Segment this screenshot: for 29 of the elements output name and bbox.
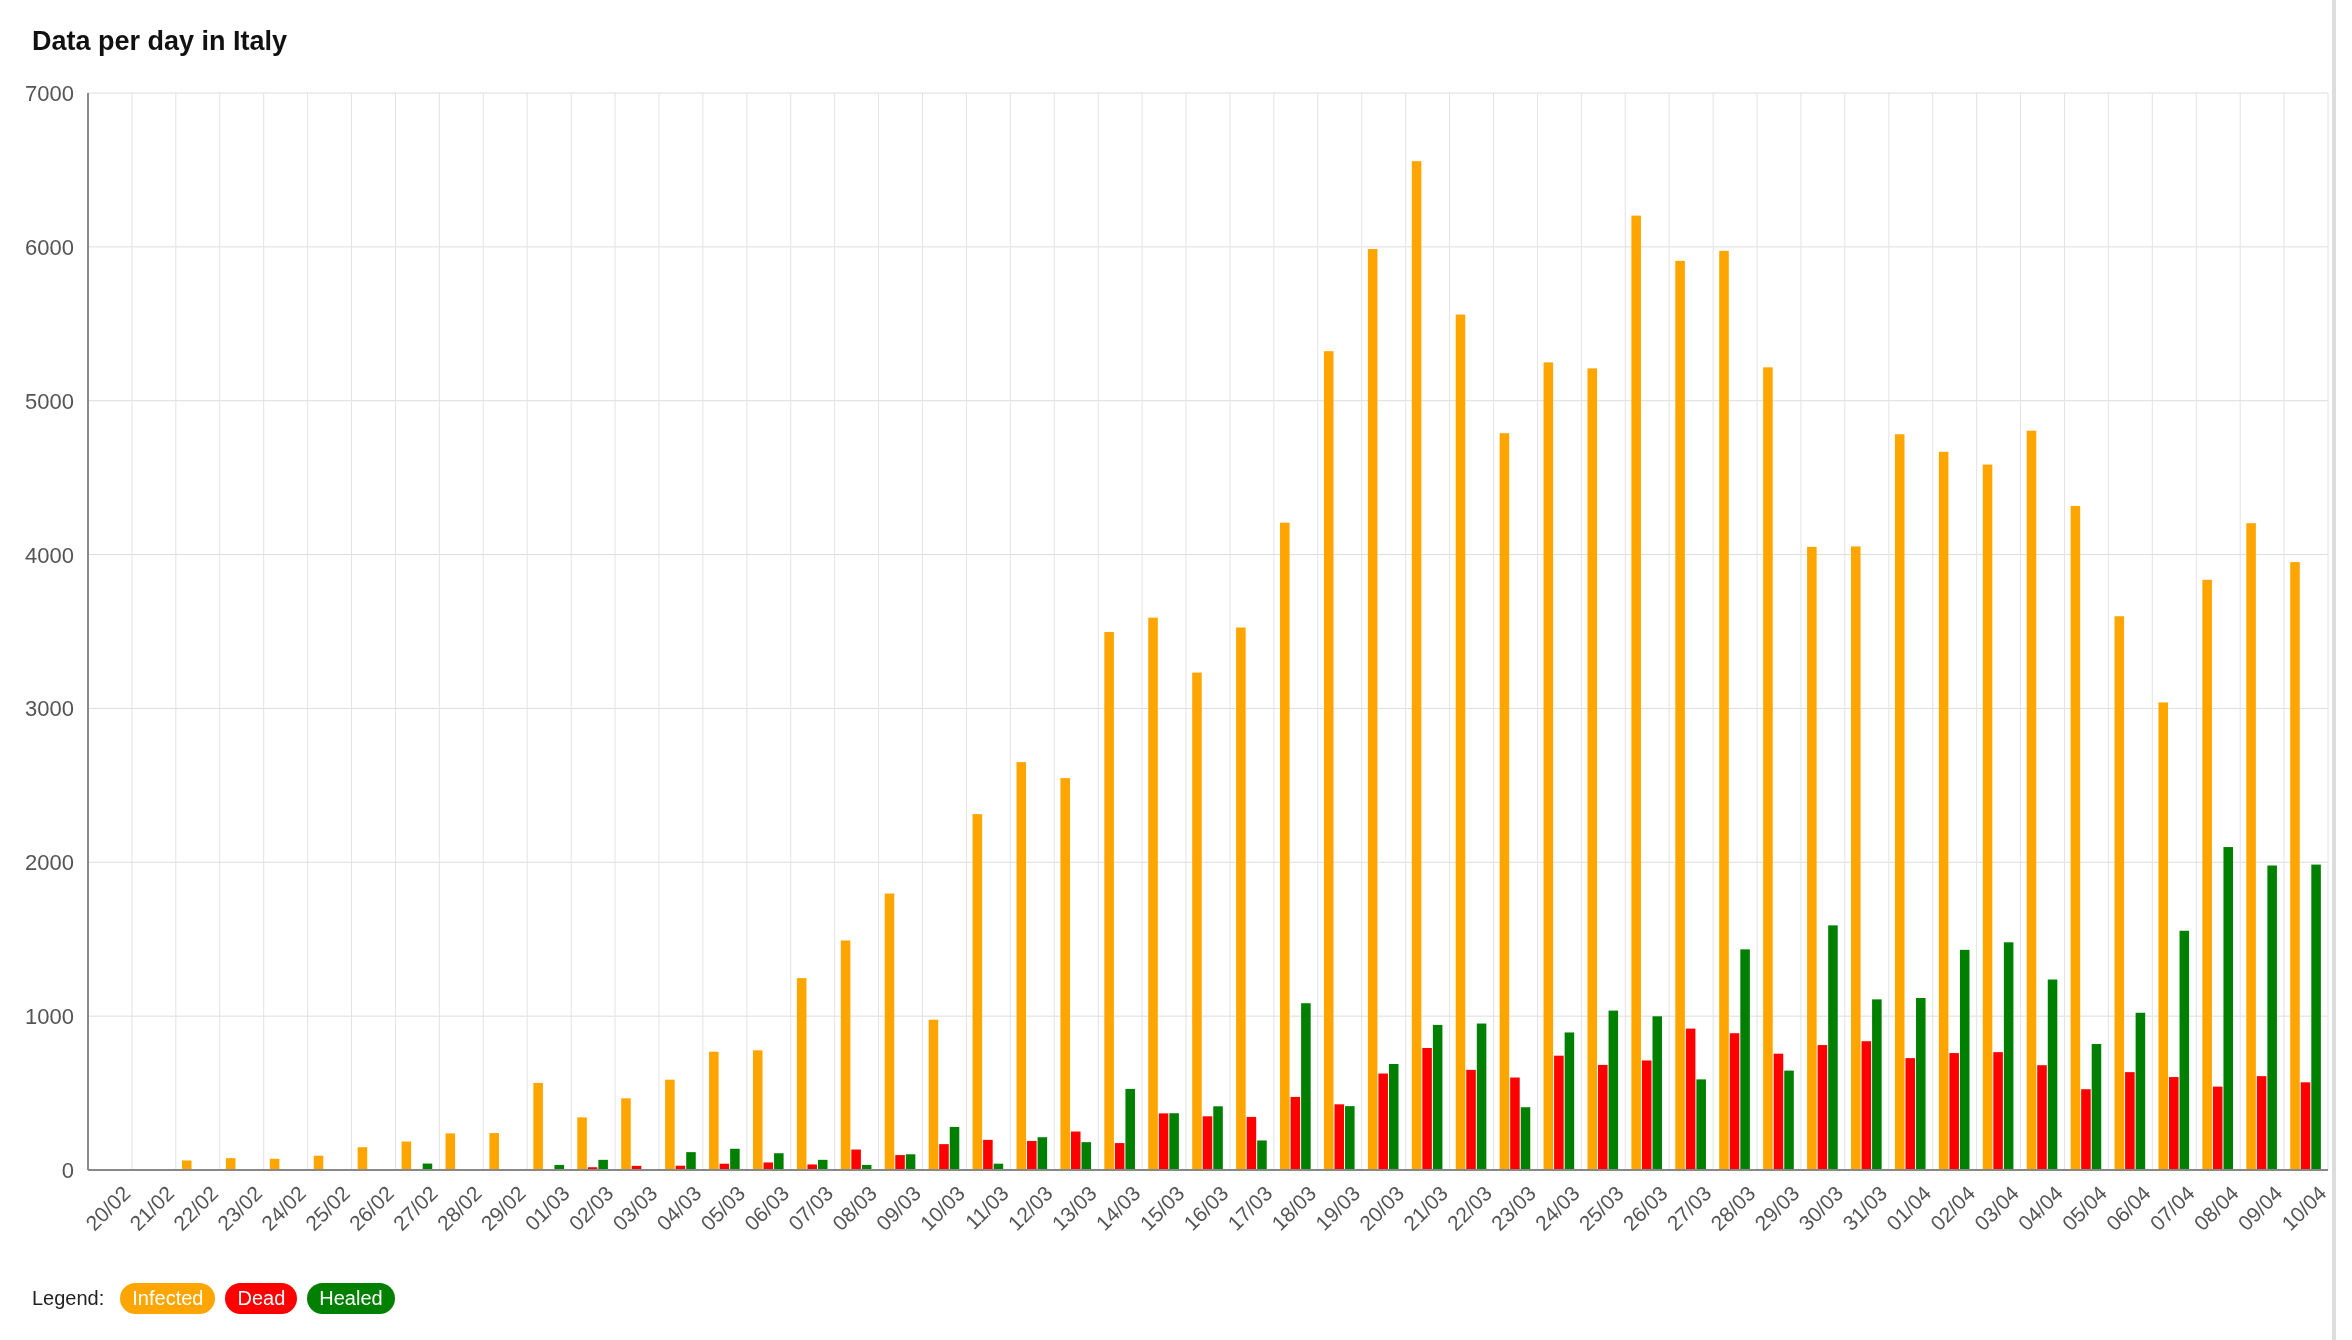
bar xyxy=(1169,1113,1179,1170)
bar xyxy=(445,1133,456,1170)
y-tick-label: 2000 xyxy=(25,850,74,876)
y-tick-label: 5000 xyxy=(25,388,74,414)
y-tick-label: 0 xyxy=(61,1158,74,1183)
bar xyxy=(554,1164,564,1170)
bar xyxy=(313,1155,324,1170)
legend-label: Legend: xyxy=(32,1287,105,1310)
y-tick-label: 7000 xyxy=(25,83,74,106)
bar xyxy=(182,1160,192,1170)
y-tick-label: 3000 xyxy=(25,696,74,722)
legend-badge: Infected xyxy=(120,1283,216,1314)
bar xyxy=(422,1163,433,1170)
bar xyxy=(401,1141,412,1170)
bar xyxy=(1037,1137,1048,1170)
bar xyxy=(489,1133,499,1170)
legend-badge: Dead xyxy=(225,1283,298,1314)
legend-badge: Healed xyxy=(307,1283,395,1314)
bar xyxy=(905,1154,916,1170)
y-tick-label: 1000 xyxy=(25,1004,74,1030)
bar xyxy=(1213,1106,1223,1170)
bar xyxy=(269,1158,280,1170)
bar xyxy=(225,1158,236,1170)
y-tick-label: 4000 xyxy=(25,542,74,568)
bar xyxy=(1345,1106,1355,1170)
bar xyxy=(1081,1142,1092,1170)
chart-title: Data per day in Italy xyxy=(32,26,289,57)
bar xyxy=(357,1147,368,1170)
y-tick-label: 6000 xyxy=(25,234,74,260)
